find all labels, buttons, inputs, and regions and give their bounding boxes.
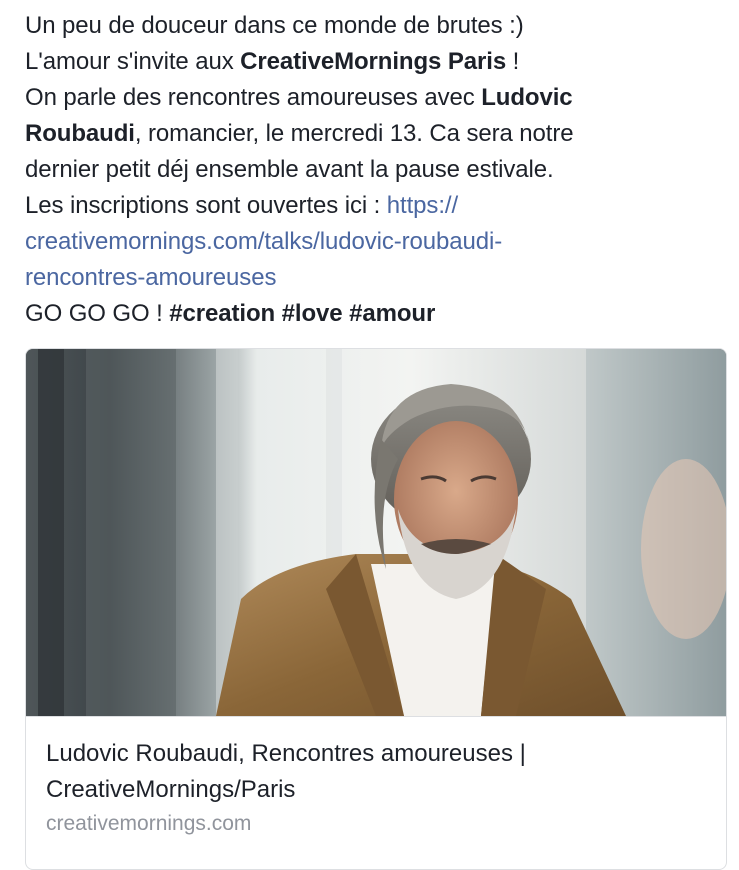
post-link[interactable]: rencontres-amoureuses <box>25 264 276 291</box>
post-text: , romancier, le mercredi 13. Ca sera not… <box>134 120 574 147</box>
link-preview-body[interactable]: Ludovic Roubaudi, Rencontres amoureuses … <box>26 716 726 835</box>
post-text: L'amour s'invite aux <box>25 48 241 75</box>
portrait-photo <box>26 349 726 716</box>
post-line: On parle des rencontres amoureuses avec … <box>25 80 725 116</box>
hashtag-love[interactable]: #love <box>282 300 343 327</box>
link-preview-card[interactable]: Ludovic Roubaudi, Rencontres amoureuses … <box>25 348 727 870</box>
post-line: GO GO GO ! #creation #love #amour <box>25 296 725 332</box>
post-text: ! <box>506 48 520 75</box>
post-line: Un peu de douceur dans ce monde de brute… <box>25 8 725 44</box>
post-text: GO GO GO ! <box>25 300 170 327</box>
post-message: Un peu de douceur dans ce monde de brute… <box>25 8 725 332</box>
post-line: dernier petit déj ensemble avant la paus… <box>25 152 725 188</box>
post-line: rencontres-amoureuses <box>25 260 725 296</box>
title-line: CreativeMornings/Paris <box>46 776 296 803</box>
hashtag-creation[interactable]: #creation <box>169 300 275 327</box>
post-line: Roubaudi, romancier, le mercredi 13. Ca … <box>25 116 725 152</box>
post-line: Les inscriptions sont ouvertes ici : htt… <box>25 188 725 224</box>
post-link[interactable]: https:// <box>387 192 458 219</box>
link-preview-image[interactable] <box>26 349 726 716</box>
mention-creativemornings-paris[interactable]: CreativeMornings Paris <box>240 48 506 75</box>
title-line: Ludovic Roubaudi, Rencontres amoureuses … <box>46 740 526 767</box>
post-text: On parle des rencontres amoureuses avec <box>25 84 482 111</box>
post-text: Un peu de douceur dans ce monde de brute… <box>25 12 524 39</box>
mention-ludovic-roubaudi[interactable]: Ludovic <box>481 84 572 111</box>
post-link[interactable]: creativemornings.com/talks/ludovic-rouba… <box>25 228 502 255</box>
mention-ludovic-roubaudi[interactable]: Roubaudi <box>25 120 135 147</box>
post-text: Les inscriptions sont ouvertes ici : <box>25 192 387 219</box>
link-preview-domain: creativemornings.com <box>46 812 252 835</box>
hashtag-amour[interactable]: #amour <box>349 300 435 327</box>
post-line: creativemornings.com/talks/ludovic-rouba… <box>25 224 725 260</box>
link-preview-title[interactable]: Ludovic Roubaudi, Rencontres amoureuses … <box>46 736 706 808</box>
post-text: dernier petit déj ensemble avant la paus… <box>25 156 554 183</box>
post-line: L'amour s'invite aux CreativeMornings Pa… <box>25 44 725 80</box>
